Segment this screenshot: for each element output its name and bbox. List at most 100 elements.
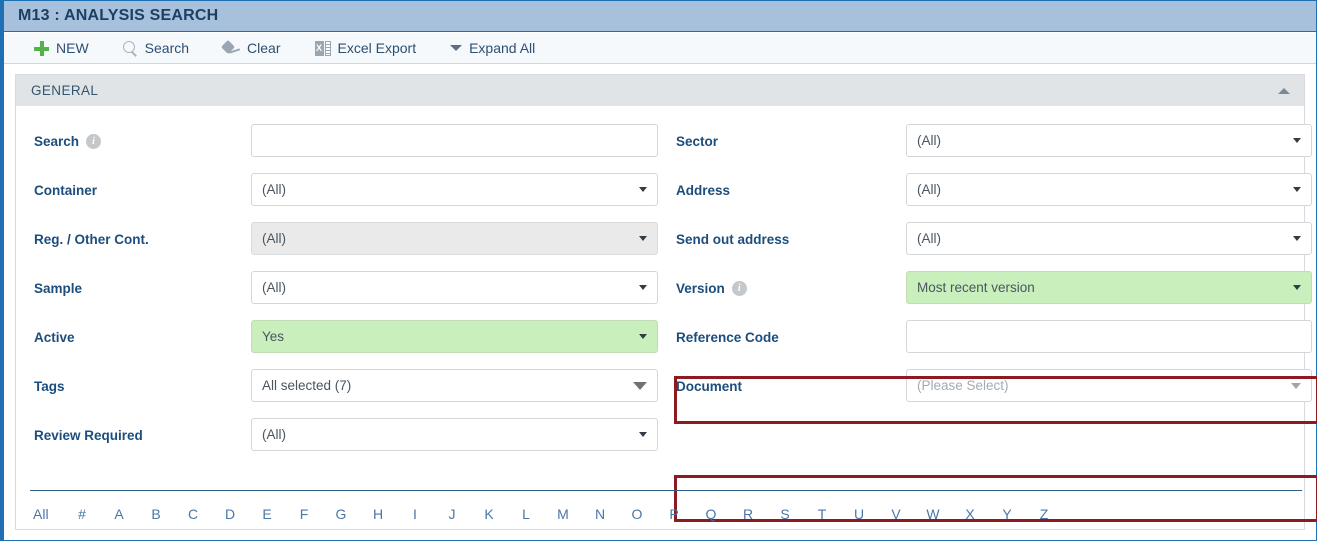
excel-export-button[interactable]: X Excel Export <box>314 40 417 56</box>
reg-other-cont-field-label: Reg. / Other Cont. <box>34 232 149 247</box>
magnifier-icon <box>122 40 138 56</box>
excel-icon-x: X <box>314 40 324 56</box>
chevron-down-icon <box>1293 138 1301 143</box>
alphabet-link-r[interactable]: R <box>741 506 755 522</box>
reg-other-cont-select[interactable]: (All) <box>251 222 658 255</box>
caret-up-icon[interactable] <box>1278 87 1290 94</box>
alphabet-link-e[interactable]: E <box>260 506 274 522</box>
alphabet-link-all[interactable]: All <box>33 506 51 522</box>
chevron-down-icon <box>1293 285 1301 290</box>
alphabet-link-m[interactable]: M <box>556 506 570 522</box>
tags-field-label: Tags <box>34 379 65 394</box>
alphabet-link-f[interactable]: F <box>297 506 311 522</box>
panel-body: GENERAL Search i Container (All) Reg. / … <box>4 64 1317 540</box>
chevron-down-icon <box>633 381 647 390</box>
excel-export-button-label: Excel Export <box>337 40 417 56</box>
field-row-version: Version i Most recent version <box>661 267 1312 316</box>
field-row-search: Search i <box>16 120 661 169</box>
search-button[interactable]: Search <box>122 40 189 56</box>
window-title-bar: M13 : ANALYSIS SEARCH <box>4 1 1316 32</box>
search-field-label: Search i <box>34 134 102 149</box>
active-field-label: Active <box>34 330 75 345</box>
chevron-down-icon <box>1293 187 1301 192</box>
form-column-right: Sector (All) Address (All) Send out addr… <box>661 120 1312 414</box>
alphabet-link-q[interactable]: Q <box>704 506 718 522</box>
alphabet-link-i[interactable]: I <box>408 506 422 522</box>
field-row-review-required: Review Required (All) <box>16 414 661 463</box>
active-select[interactable]: Yes <box>251 320 658 353</box>
main-panel: M13 : ANALYSIS SEARCH NEW Search Clear X <box>0 0 1317 541</box>
alphabet-link-l[interactable]: L <box>519 506 533 522</box>
alphabet-link-n[interactable]: N <box>593 506 607 522</box>
sector-select[interactable]: (All) <box>906 124 1312 157</box>
alphabet-link-t[interactable]: T <box>815 506 829 522</box>
alphabet-link-h[interactable]: H <box>371 506 385 522</box>
toolbar: NEW Search Clear X Excel Export Expand A… <box>4 33 1316 64</box>
field-row-active: Active Yes <box>16 316 661 365</box>
alphabet-link-d[interactable]: D <box>223 506 237 522</box>
field-row-send-out-address: Send out address (All) <box>661 218 1312 267</box>
alphabet-link-c[interactable]: C <box>186 506 200 522</box>
send-out-address-select[interactable]: (All) <box>906 222 1312 255</box>
document-field-label: Document <box>676 379 743 394</box>
alphabet-link-x[interactable]: X <box>963 506 977 522</box>
chevron-down-icon <box>639 334 647 339</box>
alphabet-link-b[interactable]: B <box>149 506 163 522</box>
excel-icon: X <box>314 40 331 56</box>
new-button[interactable]: NEW <box>34 40 89 56</box>
info-icon[interactable]: i <box>86 134 102 149</box>
alphabet-link-k[interactable]: K <box>482 506 496 522</box>
field-row-document: Document (Please Select) <box>661 365 1312 414</box>
search-field-label-text: Search <box>34 134 80 149</box>
sample-select-value: (All) <box>262 280 286 295</box>
document-lookup-value: (Please Select) <box>917 378 1009 393</box>
general-section-header[interactable]: GENERAL <box>16 75 1304 106</box>
version-field-label-text: Version <box>676 281 725 296</box>
chevron-down-icon <box>1293 236 1301 241</box>
field-row-address: Address (All) <box>661 169 1312 218</box>
alphabet-link-g[interactable]: G <box>334 506 348 522</box>
document-lookup[interactable]: (Please Select) <box>906 369 1312 402</box>
reference-code-input[interactable] <box>906 320 1312 353</box>
new-button-label: NEW <box>56 40 89 56</box>
excel-icon-sheet <box>324 40 331 56</box>
version-select-value: Most recent version <box>917 280 1035 295</box>
alphabet-link-s[interactable]: S <box>778 506 792 522</box>
container-select[interactable]: (All) <box>251 173 658 206</box>
alphabet-link-y[interactable]: Y <box>1000 506 1014 522</box>
alphabet-link-z[interactable]: Z <box>1037 506 1051 522</box>
alphabet-link-a[interactable]: A <box>112 506 126 522</box>
clear-button[interactable]: Clear <box>223 40 280 56</box>
form-column-left: Search i Container (All) Reg. / Other Co… <box>16 120 661 463</box>
field-row-sample: Sample (All) <box>16 267 661 316</box>
alphabet-link-j[interactable]: J <box>445 506 459 522</box>
field-row-reg-other-cont: Reg. / Other Cont. (All) <box>16 218 661 267</box>
alphabet-link-hash[interactable]: # <box>75 506 89 522</box>
alphabet-link-p[interactable]: P <box>667 506 681 522</box>
alphabet-link-w[interactable]: W <box>926 506 940 522</box>
chevron-down-icon <box>639 236 647 241</box>
tags-multiselect[interactable]: All selected (7) <box>251 369 658 402</box>
search-input[interactable] <box>251 124 658 157</box>
address-select-value: (All) <box>917 182 941 197</box>
info-icon[interactable]: i <box>731 281 747 296</box>
caret-down-icon <box>450 45 463 51</box>
active-select-value: Yes <box>262 329 285 344</box>
expand-all-button[interactable]: Expand All <box>450 40 535 56</box>
analysis-search-screen: M13 : ANALYSIS SEARCH NEW Search Clear X <box>0 0 1317 541</box>
sample-field-label: Sample <box>34 281 83 296</box>
version-select[interactable]: Most recent version <box>906 271 1312 304</box>
alphabet-link-v[interactable]: V <box>889 506 903 522</box>
review-required-select-value: (All) <box>262 427 286 442</box>
field-row-sector: Sector (All) <box>661 120 1312 169</box>
alphabet-index: All # A B C D E F G H I J K L M N O P Q R S T U V W X Y Z <box>30 490 1302 522</box>
reg-other-cont-select-value: (All) <box>262 231 286 246</box>
review-required-select[interactable]: (All) <box>251 418 658 451</box>
review-required-field-label: Review Required <box>34 428 143 443</box>
alphabet-link-o[interactable]: O <box>630 506 644 522</box>
sample-select[interactable]: (All) <box>251 271 658 304</box>
address-select[interactable]: (All) <box>906 173 1312 206</box>
eraser-icon <box>223 41 240 56</box>
reference-code-field-label: Reference Code <box>676 330 779 345</box>
alphabet-link-u[interactable]: U <box>852 506 866 522</box>
